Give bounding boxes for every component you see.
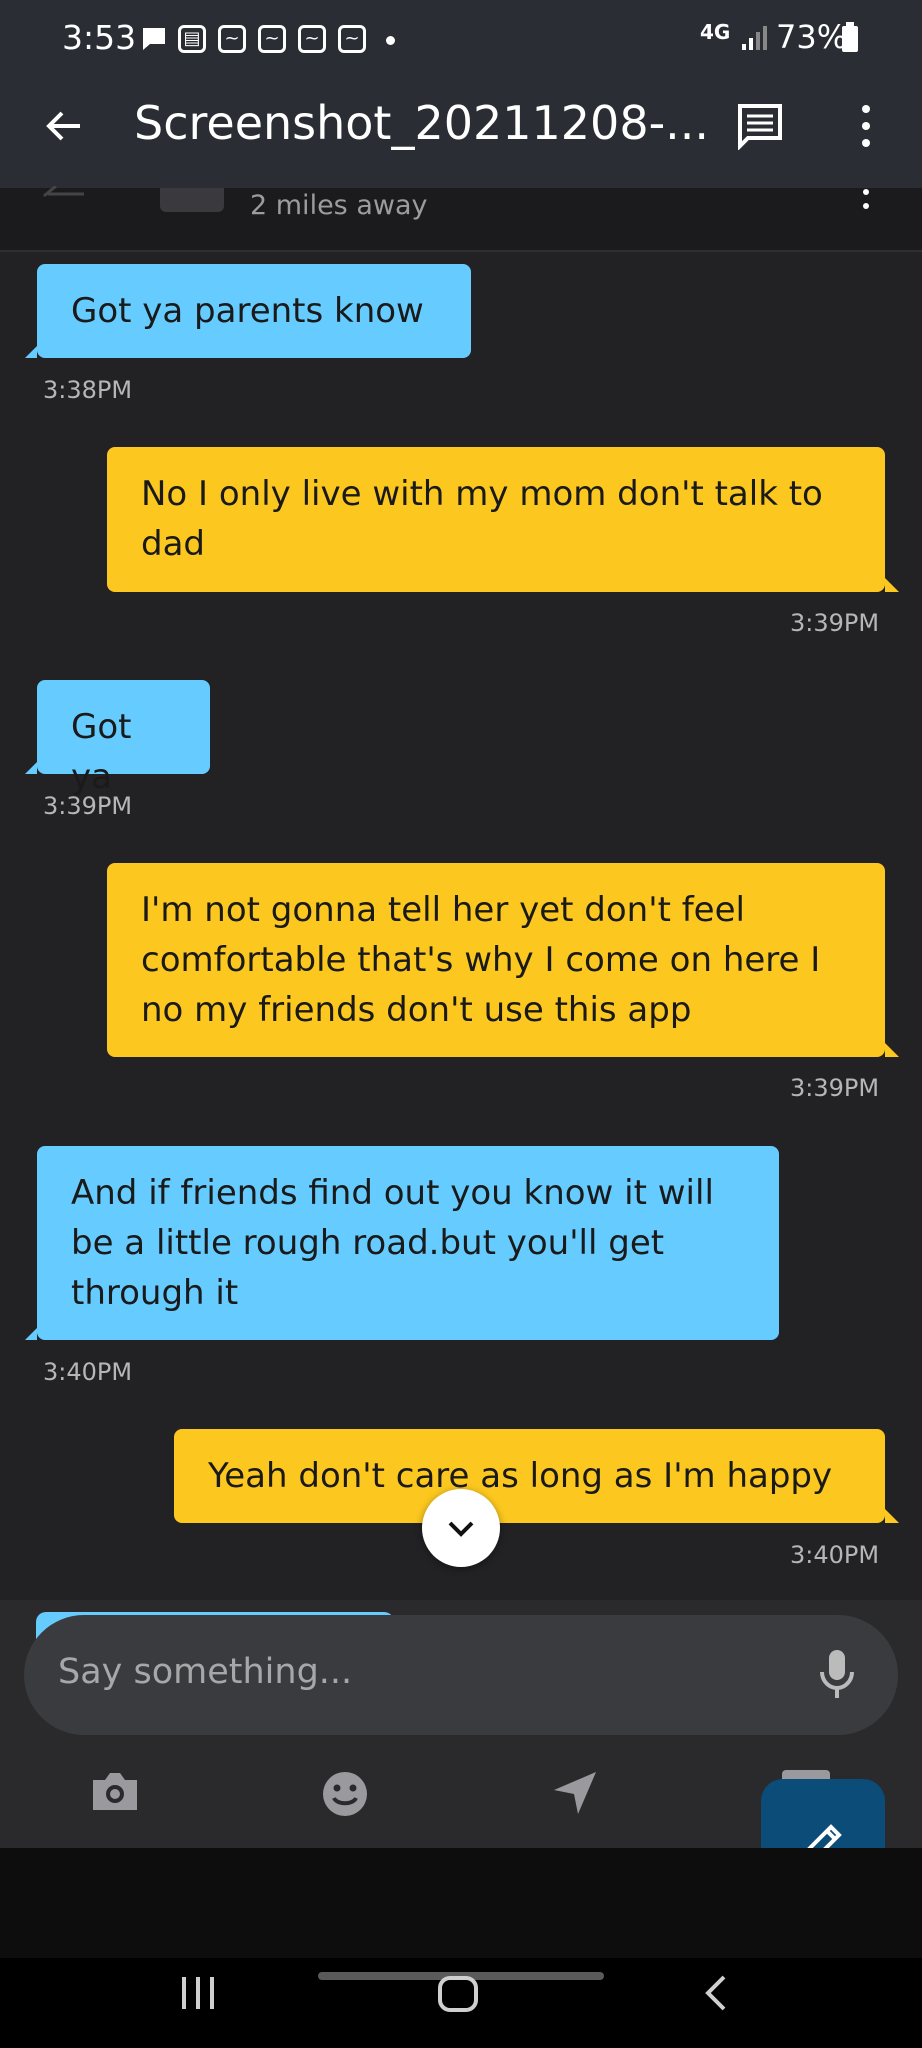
home-icon[interactable] (436, 1974, 480, 2014)
news-notification-icon: ▤ (178, 25, 206, 53)
app-notification-icon: ~ (218, 25, 246, 53)
message-timestamp: 3:40PM (790, 1541, 880, 1569)
outgoing-message[interactable]: No I only live with my mom don't talk to… (107, 447, 899, 592)
message-timestamp: 3:39PM (43, 792, 133, 820)
network-type: 4G (700, 20, 731, 44)
profile-strip (0, 188, 922, 252)
status-time: 3:53 (62, 18, 137, 57)
message-timestamp: 3:39PM (790, 1074, 880, 1102)
outgoing-message[interactable]: I'm not gonna tell her yet don't feel co… (107, 863, 899, 1057)
back-arrow-icon[interactable] (40, 102, 88, 150)
back-arrow-icon (43, 186, 84, 198)
microphone-icon[interactable] (818, 1648, 856, 1702)
smiley-icon[interactable] (321, 1770, 369, 1818)
chat-notification-icon (140, 25, 168, 53)
app-notification-icon: ~ (338, 25, 366, 53)
overflow-menu-icon (863, 189, 869, 209)
message-input-placeholder: Say something... (58, 1652, 353, 1692)
more-notifications-dot (386, 36, 395, 45)
message-timestamp: 3:40PM (43, 1358, 133, 1386)
battery-icon (842, 22, 858, 52)
recent-apps-icon[interactable] (178, 1975, 218, 2011)
avatar (160, 188, 224, 212)
chevron-down-icon (448, 1521, 474, 1537)
signal-icon (742, 26, 767, 50)
back-icon[interactable] (700, 1973, 730, 2013)
profile-distance: 2 miles away (250, 190, 428, 221)
message-timestamp: 3:38PM (43, 376, 133, 404)
message-icon[interactable] (736, 102, 784, 150)
battery-percent: 73% (776, 18, 848, 56)
outgoing-message[interactable]: Yeah don't care as long as I'm happy (174, 1429, 899, 1523)
location-arrow-icon[interactable] (552, 1770, 598, 1816)
message-timestamp: 3:39PM (790, 609, 880, 637)
incoming-message[interactable]: Got ya parents know (25, 264, 471, 358)
incoming-message[interactable]: Got ya (25, 680, 210, 797)
app-notification-icon: ~ (258, 25, 286, 53)
camera-icon[interactable] (90, 1770, 140, 1812)
scroll-to-bottom-button[interactable] (422, 1489, 500, 1567)
overflow-menu-icon[interactable] (854, 104, 878, 148)
page-title: Screenshot_20211208-... (134, 96, 710, 150)
incoming-message[interactable]: And if friends find out you know it will… (25, 1146, 779, 1340)
app-notification-icon: ~ (298, 25, 326, 53)
